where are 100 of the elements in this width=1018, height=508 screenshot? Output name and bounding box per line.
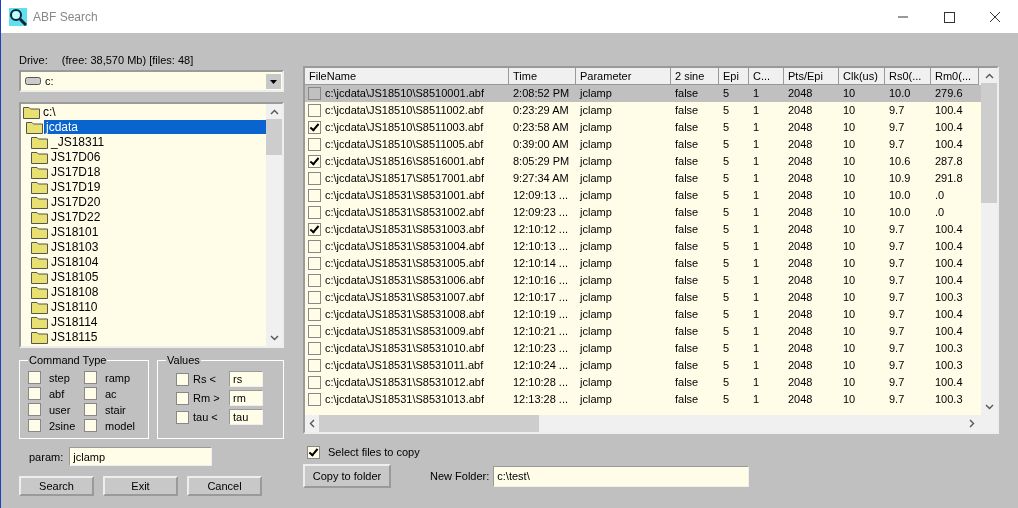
checkbox[interactable]: [176, 391, 189, 405]
folder-item[interactable]: JS18105: [49, 269, 101, 284]
table-cell: 12:09:13 ...: [513, 189, 569, 201]
table-row[interactable]: c:\jcdata\JS18531\S8531011.abf 12:10:24 ... jclamp false 5 1 2048 10 9.7 100.3: [305, 357, 981, 374]
folder-item[interactable]: JS18108: [49, 284, 101, 299]
checkbox[interactable]: [28, 371, 41, 384]
scroll-down-icon[interactable]: [269, 335, 279, 341]
table-cell: 100.4: [935, 257, 963, 269]
checkbox[interactable]: [308, 342, 321, 355]
folder-item[interactable]: JS18103: [49, 239, 101, 254]
checkbox[interactable]: [308, 189, 321, 202]
checkbox[interactable]: [308, 240, 321, 253]
checkbox[interactable]: [308, 121, 321, 134]
table-row[interactable]: c:\jcdata\JS18531\S8531010.abf 12:10:23 ... jclamp false 5 1 2048 10 9.7 100.3: [305, 340, 981, 357]
checkbox[interactable]: [308, 138, 321, 151]
checkbox[interactable]: [308, 308, 321, 321]
table-row[interactable]: c:\jcdata\JS18531\S8531008.abf 12:10:19 ... jclamp false 5 1 2048 10 9.7 100.4: [305, 306, 981, 323]
folder-field[interactable]: c:\test\: [493, 465, 750, 487]
table-row[interactable]: c:\jcdata\JS18531\S8531001.abf 12:09:13 ... jclamp false 5 1 2048 10 10.0 .0: [305, 187, 981, 204]
scrollbar-thumb[interactable]: [319, 415, 539, 432]
value-field[interactable]: rm: [229, 390, 263, 406]
table-cell: jclamp: [580, 376, 612, 388]
dialog-button[interactable]: Cancel: [187, 476, 262, 496]
scroll-right-icon[interactable]: [969, 419, 975, 428]
checkbox[interactable]: [176, 372, 189, 386]
folder-item[interactable]: _JS18311: [49, 134, 107, 149]
checkbox[interactable]: [308, 155, 321, 168]
dialog-button[interactable]: Exit: [103, 476, 178, 496]
scroll-down-icon[interactable]: [984, 404, 994, 410]
checkbox[interactable]: [307, 445, 320, 459]
scrollbar-thumb[interactable]: [981, 83, 997, 203]
checkbox-label: 2sine: [49, 419, 76, 432]
folder-item[interactable]: JS18110: [49, 299, 100, 314]
table-row[interactable]: c:\jcdata\JS18510\S8510001.abf 2:08:52 PM jclamp false 5 1 2048 10 10.0 279.6: [305, 85, 981, 102]
checkbox[interactable]: [28, 403, 41, 416]
folder-item[interactable]: JS17D22: [49, 209, 103, 224]
table-cell: 12:10:17 ...: [513, 291, 569, 303]
table-row[interactable]: c:\jcdata\JS18531\S8531007.abf 12:10:17 ... jclamp false 5 1 2048 10 9.7 100.3: [305, 289, 981, 306]
folder-item[interactable]: JS17D18: [49, 164, 103, 179]
folder-item[interactable]: JS17D20: [49, 194, 103, 209]
checkbox[interactable]: [84, 371, 97, 384]
checkbox[interactable]: [28, 387, 41, 400]
folder-item[interactable]: JS18114: [49, 314, 100, 329]
checkbox[interactable]: [308, 257, 321, 270]
copy-button[interactable]: Copy to folder: [303, 464, 391, 488]
scrollbar-thumb[interactable]: [266, 119, 282, 155]
folder-item[interactable]: JS17D06: [49, 149, 103, 164]
folder-item[interactable]: JS18101: [49, 224, 101, 239]
checkbox[interactable]: [308, 223, 321, 236]
param-field[interactable]: jclamp: [69, 447, 213, 466]
table-row[interactable]: c:\jcdata\JS18531\S8531012.abf 12:10:28 ... jclamp false 5 1 2048 10 9.7 100.4: [305, 374, 981, 391]
table-cell: 12:10:21 ...: [513, 325, 569, 337]
table-cell: 100.3: [935, 393, 963, 405]
scroll-up-icon[interactable]: [269, 109, 279, 115]
scroll-left-icon[interactable]: [309, 419, 315, 428]
vertical-scrollbar[interactable]: [266, 104, 282, 346]
table-cell: jclamp: [580, 87, 612, 99]
folder-item[interactable]: c:\: [41, 104, 58, 119]
table-cell: 100.3: [935, 359, 963, 371]
checkbox[interactable]: [84, 387, 97, 400]
folder-item[interactable]: JS18115: [49, 329, 100, 344]
table-row[interactable]: c:\jcdata\JS18531\S8531006.abf 12:10:16 ... jclamp false 5 1 2048 10 9.7 100.4: [305, 272, 981, 289]
table-row[interactable]: c:\jcdata\JS18531\S8531013.abf 12:13:28 ... jclamp false 5 1 2048 10 9.7 100.3: [305, 391, 981, 408]
table-row[interactable]: c:\jcdata\JS18531\S8531009.abf 12:10:21 ... jclamp false 5 1 2048 10 9.7 100.4: [305, 323, 981, 340]
checkbox[interactable]: [308, 206, 321, 219]
checkbox[interactable]: [308, 274, 321, 287]
checkbox[interactable]: [308, 172, 321, 185]
folder-icon: [31, 194, 48, 209]
checkbox[interactable]: [308, 87, 321, 100]
table-row[interactable]: c:\jcdata\JS18531\S8531005.abf 12:10:14 ... jclamp false 5 1 2048 10 9.7 100.4: [305, 255, 981, 272]
checkbox[interactable]: [84, 419, 97, 432]
value-field[interactable]: tau: [229, 409, 263, 425]
table-row[interactable]: c:\jcdata\JS18516\S8516001.abf 8:05:29 PM jclamp false 5 1 2048 10 10.6 287.8: [305, 153, 981, 170]
drive-dropdown[interactable]: c:: [19, 70, 284, 92]
table-cell: 2048: [788, 274, 813, 286]
folder-item[interactable]: JS17D19: [49, 179, 103, 194]
checkbox[interactable]: [308, 393, 321, 406]
table-row[interactable]: c:\jcdata\JS18531\S8531003.abf 12:10:12 ... jclamp false 5 1 2048 10 9.7 100.4: [305, 221, 981, 238]
folder-item[interactable]: jcdata: [44, 119, 266, 134]
checkbox[interactable]: [28, 419, 41, 432]
table-cell-text: c:\jcdata\JS18531\S8531009.abf: [325, 324, 484, 339]
table-cell: 2048: [788, 87, 813, 99]
table-row[interactable]: c:\jcdata\JS18510\S8511003.abf 0:23:58 AM jclamp false 5 1 2048 10 9.7 100.4: [305, 119, 981, 136]
checkbox[interactable]: [308, 359, 321, 372]
checkbox[interactable]: [308, 376, 321, 389]
checkbox[interactable]: [308, 325, 321, 338]
value-field[interactable]: rs: [229, 371, 263, 387]
folder-item[interactable]: JS18104: [49, 254, 101, 269]
table-row[interactable]: c:\jcdata\JS18531\S8531004.abf 12:10:13 ... jclamp false 5 1 2048 10 9.7 100.4: [305, 238, 981, 255]
table-row[interactable]: c:\jcdata\JS18531\S8531002.abf 12:09:23 ... jclamp false 5 1 2048 10 10.0 .0: [305, 204, 981, 221]
table-row[interactable]: c:\jcdata\JS18510\S8511005.abf 0:39:00 AM jclamp false 5 1 2048 10 9.7 100.4: [305, 136, 981, 153]
table-row[interactable]: c:\jcdata\JS18517\S8517001.abf 9:27:34 AM jclamp false 5 1 2048 10 10.9 291.8: [305, 170, 981, 187]
checkbox-label: tau <: [193, 411, 219, 423]
dialog-button[interactable]: Search: [19, 476, 94, 496]
scroll-up-icon[interactable]: [984, 73, 994, 79]
checkbox[interactable]: [84, 403, 97, 416]
checkbox[interactable]: [176, 410, 189, 424]
checkbox[interactable]: [308, 104, 321, 117]
checkbox[interactable]: [308, 291, 321, 304]
table-row[interactable]: c:\jcdata\JS18510\S8511002.abf 0:23:29 AM jclamp false 5 1 2048 10 9.7 100.4: [305, 102, 981, 119]
